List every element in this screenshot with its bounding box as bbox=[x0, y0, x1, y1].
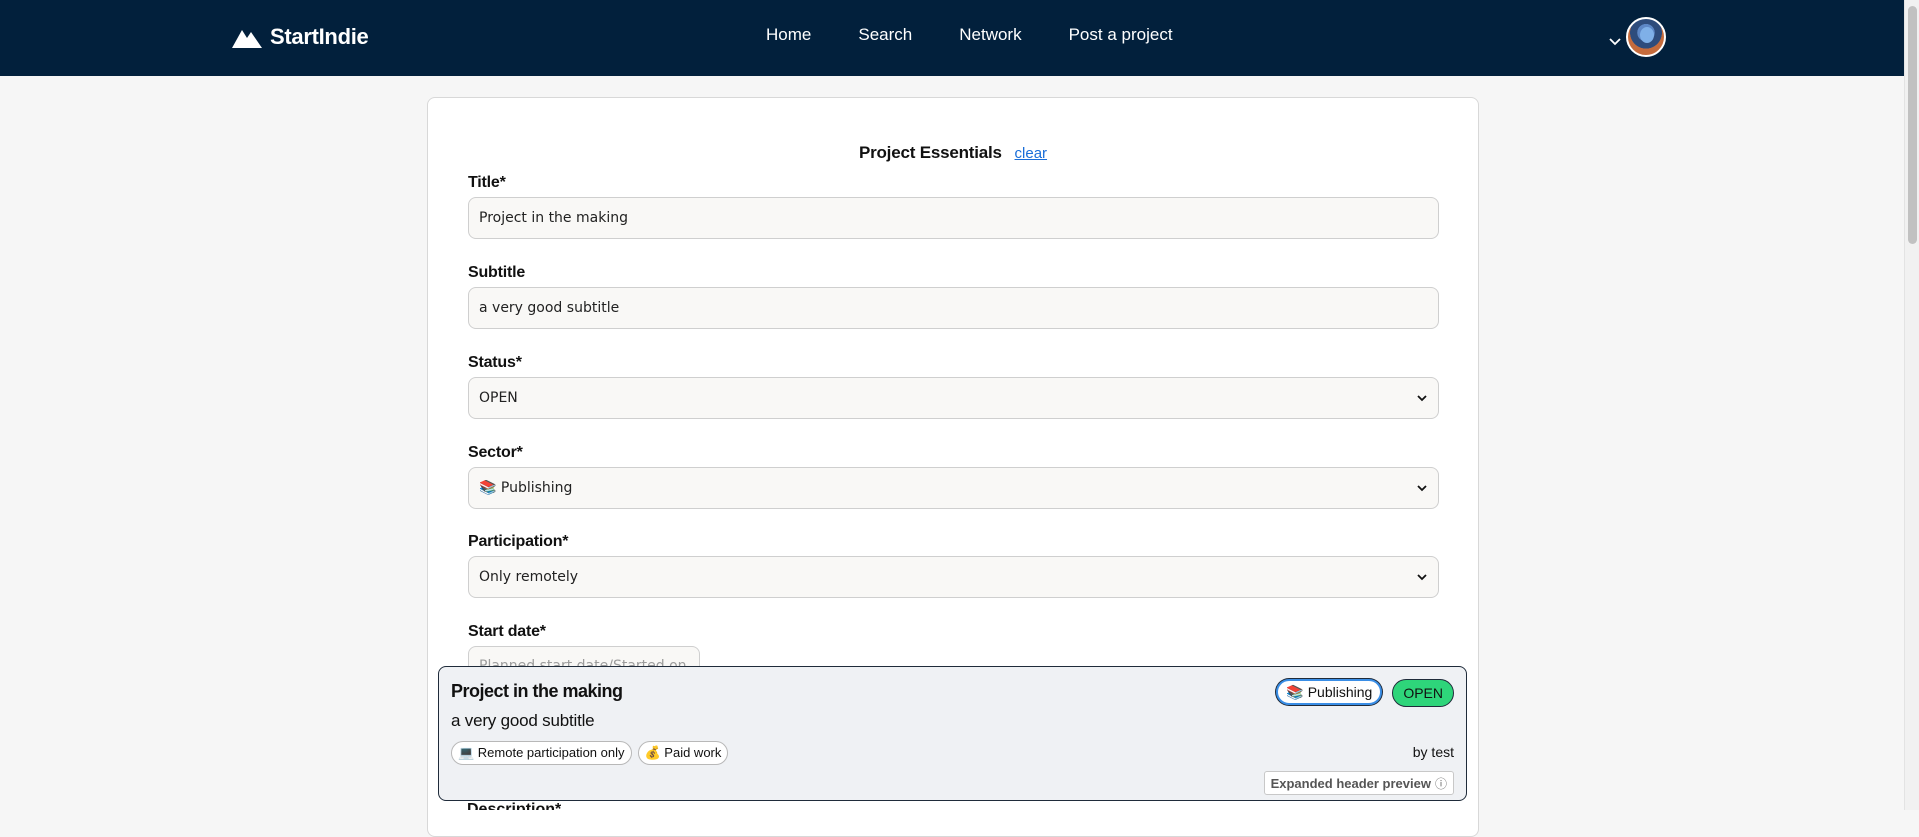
sector-select[interactable]: 📚 Publishing bbox=[468, 467, 1439, 509]
user-menu-toggle[interactable] bbox=[1608, 17, 1666, 57]
main-nav: Home Search Network Post a project bbox=[766, 25, 1220, 45]
status-select[interactable]: OPEN bbox=[468, 377, 1439, 419]
preview-title: Project in the making bbox=[451, 681, 623, 701]
chevron-down-icon bbox=[1417, 485, 1427, 492]
nav-search-link[interactable]: Search bbox=[858, 25, 912, 45]
description-label-text: Description* bbox=[467, 802, 561, 810]
sector-select-value: 📚 Publishing bbox=[479, 480, 573, 496]
clear-form-link[interactable]: clear bbox=[1015, 145, 1048, 162]
info-icon: ⓘ bbox=[1434, 776, 1447, 791]
status-badge: OPEN bbox=[1392, 679, 1454, 707]
header-preview-panel: Project in the making a very good subtit… bbox=[438, 666, 1467, 801]
preview-subtitle: a very good subtitle bbox=[451, 711, 595, 730]
nav-post-project-link[interactable]: Post a project bbox=[1069, 25, 1173, 45]
paid-work-tag: 💰 Paid work bbox=[637, 741, 729, 765]
brand-name: StartIndie bbox=[270, 24, 369, 49]
status-label: Status* bbox=[468, 354, 522, 371]
page-scrollbar[interactable] bbox=[1904, 0, 1919, 810]
chevron-down-icon bbox=[1417, 574, 1427, 581]
nav-network-link[interactable]: Network bbox=[959, 25, 1021, 45]
sector-badge: 📚 Publishing bbox=[1276, 679, 1383, 705]
nav-home-link[interactable]: Home bbox=[766, 25, 811, 45]
title-input-value: Project in the making bbox=[479, 210, 628, 226]
chevron-down-icon bbox=[1609, 38, 1621, 46]
expanded-header-preview-toggle[interactable]: Expanded header preview ⓘ bbox=[1263, 771, 1454, 795]
preview-badges: 📚 Publishing OPEN bbox=[1276, 679, 1454, 707]
scrollbar-thumb[interactable] bbox=[1908, 6, 1917, 244]
top-navbar: StartIndie Home Search Network Post a pr… bbox=[0, 0, 1904, 76]
brand-logo-link[interactable]: StartIndie bbox=[232, 24, 369, 50]
subtitle-input[interactable]: a very good subtitle bbox=[468, 287, 1439, 329]
preview-tags: 💻 Remote participation only 💰 Paid work bbox=[451, 741, 729, 765]
participation-label: Participation* bbox=[468, 533, 569, 550]
subtitle-input-value: a very good subtitle bbox=[479, 300, 620, 316]
subtitle-label: Subtitle bbox=[468, 264, 526, 281]
section-header: Project Essentials clear bbox=[428, 143, 1478, 163]
status-select-value: OPEN bbox=[479, 390, 518, 406]
description-label: Description* bbox=[467, 802, 561, 810]
sector-label: Sector* bbox=[468, 444, 523, 461]
title-label: Title* bbox=[468, 174, 506, 191]
chevron-down-icon bbox=[1417, 395, 1427, 402]
participation-select-value: Only remotely bbox=[479, 569, 579, 585]
participation-select[interactable]: Only remotely bbox=[468, 556, 1439, 598]
mountain-logo-icon bbox=[232, 30, 262, 48]
preview-note-label: Expanded header preview bbox=[1270, 775, 1431, 791]
remote-participation-tag: 💻 Remote participation only bbox=[451, 741, 632, 765]
title-input[interactable]: Project in the making bbox=[468, 197, 1439, 239]
section-title: Project Essentials bbox=[858, 143, 1002, 162]
start-date-label: Start date* bbox=[468, 623, 546, 640]
preview-author: by test bbox=[1412, 744, 1454, 760]
user-avatar[interactable] bbox=[1626, 17, 1666, 57]
